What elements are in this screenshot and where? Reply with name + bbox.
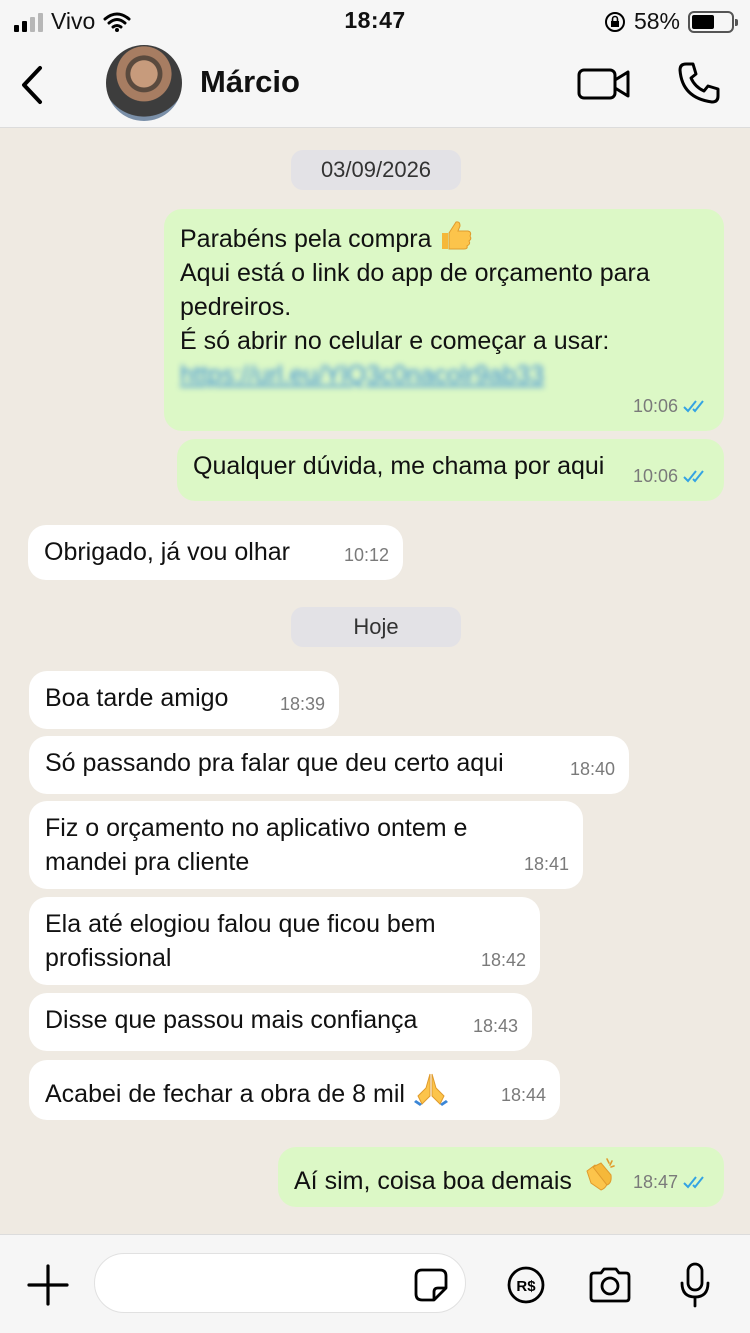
message-text: Obrigado, já vou olhar (44, 538, 290, 566)
message-meta: 10:12 (343, 545, 389, 565)
read-receipt-icon (683, 470, 704, 483)
phone-icon[interactable] (676, 60, 722, 106)
battery-group: 58% (604, 8, 738, 35)
folded-hands-icon (413, 1073, 448, 1106)
message-bubble-incoming[interactable]: Disse que passou mais confiança 18:43 (29, 993, 532, 1051)
message-text: Boa tarde amigo (45, 684, 229, 712)
blurred-link[interactable]: https://url.eu/YlQ3c0nacolr9ab33 (180, 358, 544, 392)
sticker-icon[interactable] (412, 1266, 450, 1304)
message-bubble-outgoing[interactable]: Qualquer dúvida, me chama por aqui 10:06 (177, 439, 724, 501)
message-meta: 18:39 (279, 694, 325, 714)
message-text: Qualquer dúvida, me chama por aqui (193, 452, 605, 480)
message-meta: 18:44 (500, 1085, 546, 1105)
message-meta: 18:47 (633, 1165, 710, 1199)
read-receipt-icon (683, 400, 704, 413)
message-text: Acabei de fechar a obra de 8 mil (45, 1080, 405, 1108)
video-call-icon[interactable] (576, 64, 632, 104)
chat-header: Márcio (0, 42, 750, 128)
message-bubble-incoming[interactable]: Só passando pra falar que deu certo aqui… (29, 736, 629, 794)
message-bubble-incoming[interactable]: Obrigado, já vou olhar 10:12 (28, 525, 403, 580)
message-bubble-outgoing[interactable]: Parabéns pela compra Aqui está o link do… (164, 209, 724, 431)
message-meta: 18:40 (569, 759, 615, 779)
message-text: Parabéns pela compra Aqui está o link do… (180, 219, 708, 392)
avatar[interactable] (106, 45, 182, 121)
message-input[interactable] (94, 1253, 466, 1313)
contact-name[interactable]: Márcio (200, 64, 300, 100)
status-bar: Vivo 18:47 58% (0, 0, 750, 42)
plus-icon[interactable] (26, 1263, 70, 1307)
read-receipt-icon (683, 1176, 704, 1189)
message-meta: 18:41 (523, 854, 569, 874)
message-text: Só passando pra falar que deu certo aqui (45, 749, 504, 777)
message-text: Aí sim, coisa boa demais (294, 1167, 572, 1195)
message-bubble-incoming[interactable]: Acabei de fechar a obra de 8 mil 18:44 (29, 1060, 560, 1120)
message-bubble-incoming[interactable]: Fiz o orçamento no aplicativo ontem e ma… (29, 801, 583, 889)
message-meta: 10:06 (633, 459, 710, 493)
svg-text:R$: R$ (516, 1278, 536, 1295)
rotation-lock-icon (604, 11, 625, 32)
message-meta: 18:42 (480, 950, 526, 970)
composer-bar: R$ (0, 1234, 750, 1333)
message-text: Fiz o orçamento no aplicativo ontem e ma… (45, 814, 468, 876)
message-text: Ela até elogiou falou que ficou bem prof… (45, 910, 436, 972)
back-arrow-icon[interactable] (14, 60, 54, 110)
message-text: Disse que passou mais confiança (45, 1006, 418, 1034)
chat-area[interactable]: 03/09/2026 Parabéns pela compra Aqui est… (0, 128, 750, 1234)
battery-percent: 58% (633, 8, 680, 34)
message-bubble-incoming[interactable]: Ela até elogiou falou que ficou bem prof… (29, 897, 540, 985)
date-separator: 03/09/2026 (291, 150, 461, 190)
camera-icon[interactable] (587, 1266, 633, 1304)
battery-icon (688, 10, 738, 33)
message-bubble-outgoing[interactable]: Aí sim, coisa boa demais 18:47 (278, 1147, 724, 1207)
message-bubble-incoming[interactable]: Boa tarde amigo 18:39 (29, 671, 339, 729)
thumbs-up-icon (441, 221, 471, 250)
clapping-hands-icon (586, 1158, 615, 1191)
message-meta: 10:06 (633, 389, 710, 423)
message-meta: 18:43 (472, 1016, 518, 1036)
microphone-icon[interactable] (679, 1261, 711, 1309)
date-separator: Hoje (291, 607, 461, 647)
payment-icon[interactable]: R$ (506, 1265, 546, 1305)
